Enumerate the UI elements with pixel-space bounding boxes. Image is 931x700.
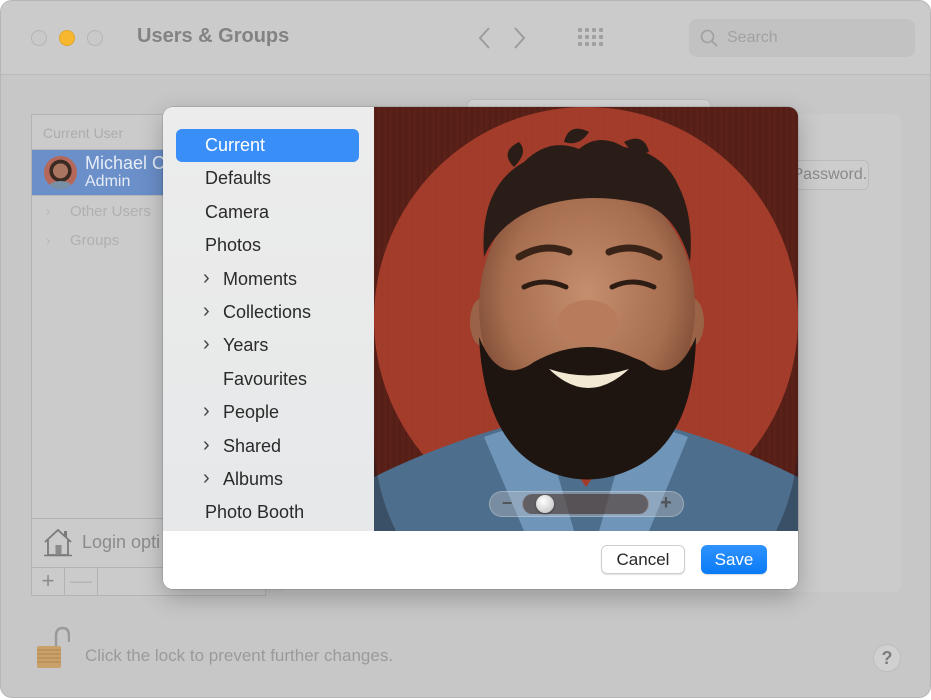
sheet-footer: Cancel Save <box>163 531 798 589</box>
source-item-albums[interactable]: › Albums <box>176 463 359 496</box>
source-item-people[interactable]: › People <box>176 396 359 429</box>
source-item-label: Camera <box>205 201 270 222</box>
show-all-grid-icon[interactable] <box>578 28 604 48</box>
cancel-button[interactable]: Cancel <box>601 545 685 574</box>
source-item-label: Defaults <box>205 168 272 189</box>
house-icon <box>44 528 72 557</box>
list-section-header: Current User <box>43 125 124 141</box>
remove-user-button[interactable]: — <box>65 568 98 596</box>
search-field[interactable]: Search <box>689 19 915 57</box>
zoom-out-icon[interactable]: − <box>498 492 516 516</box>
help-button[interactable]: ? <box>873 644 901 672</box>
save-button[interactable]: Save <box>701 545 767 574</box>
source-item-label: Shared <box>223 435 282 456</box>
source-item-photos[interactable]: Photos <box>176 229 359 262</box>
source-item-label: People <box>223 402 280 423</box>
lock-status-text: Click the lock to prevent further change… <box>85 646 394 665</box>
list-item-other-users[interactable]: › Other Users <box>46 203 151 220</box>
chevron-right-icon: › <box>46 204 51 219</box>
source-item-label: Current <box>205 135 266 155</box>
picture-picker-sheet: Current Defaults Camera Photos › Moments › Coll… <box>163 107 798 589</box>
list-item-groups[interactable]: › Groups <box>46 232 119 249</box>
zoom-button[interactable] <box>87 30 103 46</box>
source-item-moments[interactable]: › Moments <box>176 263 359 296</box>
chevron-right-icon: › <box>46 233 51 248</box>
source-item-shared[interactable]: › Shared <box>176 430 359 463</box>
source-item-current[interactable]: Current <box>176 129 359 162</box>
back-button[interactable] <box>473 23 495 53</box>
source-item-defaults[interactable]: Defaults <box>176 162 359 195</box>
disclosure-chevron-icon[interactable]: › <box>203 329 210 360</box>
list-item-label: Groups <box>70 232 120 249</box>
source-item-label: Photos <box>205 235 262 256</box>
search-placeholder: Search <box>727 29 778 46</box>
close-button[interactable] <box>31 30 47 46</box>
source-item-label: Albums <box>223 469 284 489</box>
picture-source-list: Current Defaults Camera Photos › Moments › Coll… <box>163 107 374 531</box>
source-item-label: Photo Booth <box>205 502 305 523</box>
unlocked-padlock-icon[interactable] <box>34 626 70 670</box>
window-title: Users & Groups <box>137 25 290 47</box>
disclosure-chevron-icon[interactable]: › <box>203 263 210 294</box>
avatar <box>44 156 77 189</box>
user-role: Admin <box>85 173 131 190</box>
zoom-slider-track[interactable] <box>522 494 649 514</box>
forward-button[interactable] <box>509 23 531 53</box>
source-item-camera[interactable]: Camera <box>176 196 359 229</box>
source-item-label: Years <box>223 335 269 356</box>
disclosure-chevron-icon[interactable]: › <box>203 430 210 461</box>
add-user-button[interactable]: + <box>32 568 65 596</box>
chevron-right-icon <box>514 27 526 49</box>
source-item-collections[interactable]: › Collections <box>176 296 359 329</box>
photo-crop-area[interactable]: − + <box>374 107 798 531</box>
user-name: Michael C <box>85 153 166 173</box>
list-item-label: Other Users <box>70 203 151 220</box>
zoom-slider-thumb[interactable] <box>535 495 554 513</box>
zoom-in-icon[interactable]: + <box>657 492 675 516</box>
photo-zoom-slider[interactable]: − + <box>489 491 684 517</box>
source-item-photo-booth[interactable]: Photo Booth <box>176 496 359 529</box>
login-options-label: Login opti <box>82 532 161 552</box>
disclosure-chevron-icon[interactable]: › <box>203 296 210 327</box>
source-item-label: Favourites <box>223 368 308 389</box>
minimize-button[interactable] <box>59 30 75 46</box>
source-item-label: Collections <box>223 302 312 322</box>
source-item-favourites[interactable]: Favourites <box>176 363 359 396</box>
source-item-years[interactable]: › Years <box>176 329 359 362</box>
user-photo <box>374 107 798 531</box>
chevron-left-icon <box>478 27 490 49</box>
disclosure-chevron-icon[interactable]: › <box>203 463 210 494</box>
disclosure-chevron-icon[interactable]: › <box>203 396 210 427</box>
source-item-label: Moments <box>223 268 298 289</box>
search-icon <box>700 29 718 47</box>
titlebar: Users & Groups Search <box>1 1 930 75</box>
